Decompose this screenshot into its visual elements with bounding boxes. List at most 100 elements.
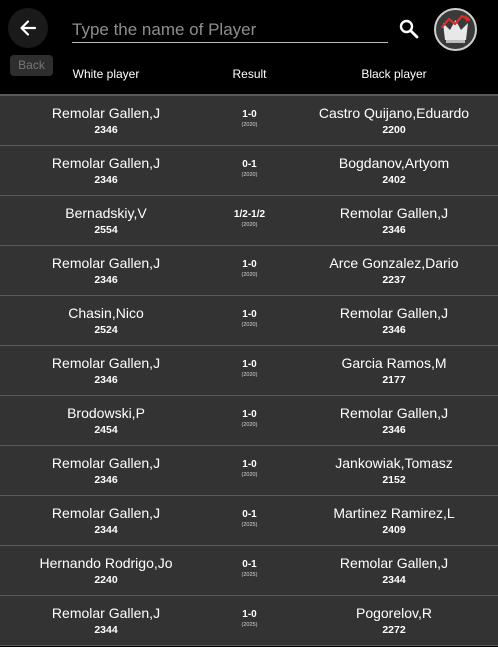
column-header-black: Black player	[361, 67, 427, 81]
game-year: (2020)	[241, 322, 258, 328]
game-year: (2025)	[241, 522, 258, 528]
result-score: 1-0	[242, 259, 257, 270]
back-button[interactable]	[8, 8, 48, 48]
white-player-cell[interactable]: Hernando Rodrigo,Jo 2240	[0, 546, 212, 596]
result-score: 1/2-1/2	[233, 209, 266, 220]
white-player-cell[interactable]: Remolar Gallen,J 2346	[0, 446, 212, 496]
black-player-rating: 2402	[382, 174, 406, 186]
search-icon[interactable]	[398, 18, 420, 40]
result-cell[interactable]: 0-1 (2025)	[212, 496, 287, 546]
crown-logo-icon	[440, 14, 471, 43]
game-row[interactable]: Remolar Gallen,J 2346 0-1 (2020) Bogdanov,Ar…	[0, 146, 498, 196]
white-player-name: Remolar Gallen,J	[51, 105, 161, 121]
black-player-name: Remolar Gallen,J	[339, 405, 449, 421]
white-player-cell[interactable]: Remolar Gallen,J 2344	[0, 596, 212, 646]
game-year: (2020)	[241, 372, 258, 378]
result-cell[interactable]: 1-0 (2020)	[212, 396, 287, 446]
result-cell[interactable]: 1-0 (2020)	[212, 296, 287, 346]
result-cell[interactable]: 0-1 (2025)	[212, 546, 287, 596]
game-row[interactable]: Brodowski,P 2454 1-0 (2020) Remolar Gallen,J…	[0, 396, 498, 446]
game-year: (2025)	[241, 622, 258, 628]
black-player-name: Arce Gonzalez,Dario	[329, 255, 459, 271]
result-score: 1-0	[242, 309, 257, 320]
game-row[interactable]: Bernadskiy,V 2554 1/2-1/2 (2020) Remolar Gal…	[0, 196, 498, 246]
black-player-rating: 2346	[382, 224, 406, 236]
black-player-rating: 2237	[382, 274, 406, 286]
black-player-cell[interactable]: Castro Quijano,Eduardo 2200	[290, 96, 498, 146]
result-cell[interactable]: 0-1 (2020)	[212, 146, 287, 196]
black-player-rating: 2346	[382, 424, 406, 436]
white-player-cell[interactable]: Brodowski,P 2454	[0, 396, 212, 446]
black-player-cell[interactable]: Garcia Ramos,M 2177	[290, 346, 498, 396]
black-player-rating: 2409	[382, 524, 406, 536]
result-cell[interactable]: 1/2-1/2 (2020)	[212, 196, 287, 246]
game-year: (2020)	[241, 272, 258, 278]
result-cell[interactable]: 1-0 (2020)	[212, 346, 287, 396]
result-cell[interactable]: 1-0 (2020)	[212, 96, 287, 146]
black-player-name: Bogdanov,Artyom	[338, 155, 450, 171]
game-year: (2020)	[241, 172, 258, 178]
white-player-name: Remolar Gallen,J	[51, 605, 161, 621]
result-cell[interactable]: 1-0 (2025)	[212, 596, 287, 646]
black-player-cell[interactable]: Remolar Gallen,J 2346	[290, 296, 498, 346]
white-player-cell[interactable]: Remolar Gallen,J 2346	[0, 96, 212, 146]
game-row[interactable]: Remolar Gallen,J 2346 1-0 (2020) Arce Gonzal…	[0, 246, 498, 296]
app-logo[interactable]	[434, 8, 477, 51]
game-year: (2020)	[241, 422, 258, 428]
result-score: 0-1	[242, 159, 257, 170]
black-player-cell[interactable]: Martinez Ramirez,L 2409	[290, 496, 498, 546]
white-player-rating: 2346	[94, 474, 118, 486]
arrow-left-icon	[20, 20, 37, 36]
black-player-cell[interactable]: Pogorelov,R 2272	[290, 596, 498, 646]
result-cell[interactable]: 1-0 (2020)	[212, 446, 287, 496]
game-row[interactable]: Remolar Gallen,J 2344 0-1 (2025) Martinez Ra…	[0, 496, 498, 546]
white-player-name: Hernando Rodrigo,Jo	[39, 555, 173, 571]
white-player-rating: 2454	[94, 424, 118, 436]
white-player-cell[interactable]: Remolar Gallen,J 2346	[0, 246, 212, 296]
black-player-rating: 2177	[382, 374, 406, 386]
white-player-rating: 2346	[94, 374, 118, 386]
game-row[interactable]: Remolar Gallen,J 2344 1-0 (2025) Pogorelov,R…	[0, 596, 498, 646]
white-player-name: Chasin,Nico	[68, 305, 144, 321]
game-row[interactable]: Remolar Gallen,J 2346 1-0 (2020) Garcia Ramo…	[0, 346, 498, 396]
white-player-rating: 2554	[94, 224, 118, 236]
black-player-rating: 2346	[382, 324, 406, 336]
white-player-rating: 2240	[94, 574, 118, 586]
white-player-rating: 2524	[94, 324, 118, 336]
black-player-cell[interactable]: Bogdanov,Artyom 2402	[290, 146, 498, 196]
black-player-name: Martinez Ramirez,L	[333, 505, 455, 521]
white-player-cell[interactable]: Remolar Gallen,J 2346	[0, 146, 212, 196]
white-player-cell[interactable]: Remolar Gallen,J 2344	[0, 496, 212, 546]
black-player-name: Remolar Gallen,J	[339, 305, 449, 321]
black-player-cell[interactable]: Remolar Gallen,J 2344	[290, 546, 498, 596]
game-row[interactable]: Hernando Rodrigo,Jo 2240 0-1 (2025) Remolar …	[0, 546, 498, 596]
black-player-cell[interactable]: Arce Gonzalez,Dario 2237	[290, 246, 498, 296]
black-player-name: Jankowiak,Tomasz	[335, 455, 453, 471]
result-score: 1-0	[242, 359, 257, 370]
black-player-rating: 2152	[382, 474, 406, 486]
game-row[interactable]: Chasin,Nico 2524 1-0 (2020) Remolar Gallen,J…	[0, 296, 498, 346]
white-player-cell[interactable]: Remolar Gallen,J 2346	[0, 346, 212, 396]
game-row[interactable]: Remolar Gallen,J 2346 1-0 (2020) Jankowiak,T…	[0, 446, 498, 496]
white-player-cell[interactable]: Bernadskiy,V 2554	[0, 196, 212, 246]
column-header-result: Result	[232, 67, 267, 81]
games-list[interactable]: Remolar Gallen,J 2346 1-0 (2020) Castro Quij…	[0, 94, 498, 647]
black-player-cell[interactable]: Jankowiak,Tomasz 2152	[290, 446, 498, 496]
black-player-cell[interactable]: Remolar Gallen,J 2346	[290, 396, 498, 446]
black-player-name: Garcia Ramos,M	[341, 355, 447, 371]
game-year: (2020)	[241, 472, 258, 478]
white-player-name: Brodowski,P	[67, 405, 145, 421]
black-player-rating: 2272	[382, 624, 406, 636]
black-player-name: Remolar Gallen,J	[339, 205, 449, 221]
game-row[interactable]: Remolar Gallen,J 2346 1-0 (2020) Castro Quij…	[0, 96, 498, 146]
white-player-name: Remolar Gallen,J	[51, 155, 161, 171]
game-year: (2020)	[241, 122, 258, 128]
result-cell[interactable]: 1-0 (2020)	[212, 246, 287, 296]
white-player-rating: 2344	[94, 524, 118, 536]
result-score: 1-0	[242, 609, 257, 620]
white-player-cell[interactable]: Chasin,Nico 2524	[0, 296, 212, 346]
search-input[interactable]	[72, 18, 388, 42]
result-score: 0-1	[242, 509, 257, 520]
black-player-cell[interactable]: Remolar Gallen,J 2346	[290, 196, 498, 246]
search-field[interactable]	[72, 18, 388, 43]
